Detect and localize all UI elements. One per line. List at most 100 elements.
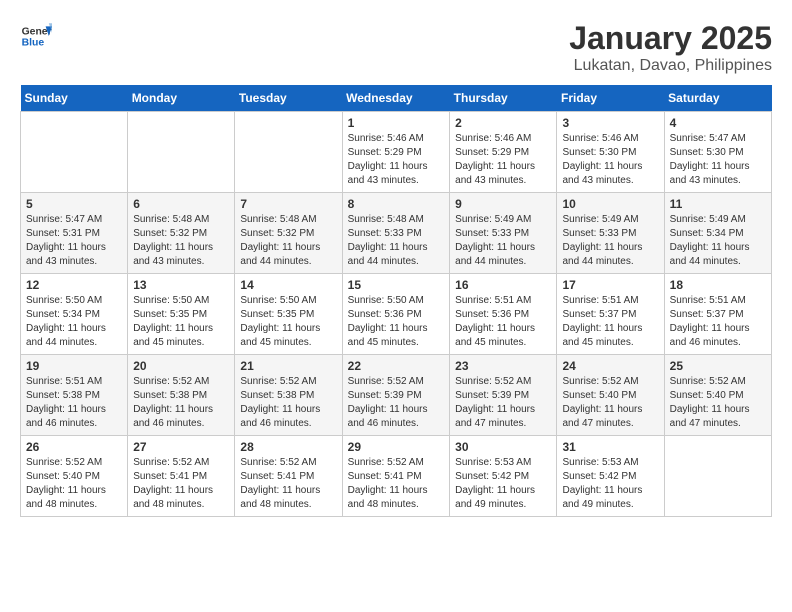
calendar-week-row: 26 Sunrise: 5:52 AM Sunset: 5:40 PM Dayli… (21, 436, 772, 517)
day-info: Sunrise: 5:51 AM Sunset: 5:37 PM Dayligh… (562, 294, 658, 350)
calendar-cell: 27Sunrise: 5:52 AM Sunset: 5:41 PM Dayli… (128, 436, 235, 517)
weekday-header-saturday: Saturday (664, 85, 771, 112)
day-number: 6 (133, 197, 229, 211)
calendar-cell: 30 Sunrise: 5:53 AM Sunset: 5:42 PM Dayli… (450, 436, 557, 517)
day-info: Sunrise: 5:47 AM Sunset: 5:30 PM Dayligh… (670, 132, 766, 188)
calendar-cell: 17 Sunrise: 5:51 AM Sunset: 5:37 PM Dayli… (557, 274, 664, 355)
weekday-header-wednesday: Wednesday (342, 85, 450, 112)
day-number: 31 (562, 440, 658, 454)
logo: General Blue (20, 20, 52, 52)
day-info: Sunrise: 5:47 AM Sunset: 5:31 PM Dayligh… (26, 213, 122, 269)
calendar-cell: 31Sunrise: 5:53 AM Sunset: 5:42 PM Dayli… (557, 436, 664, 517)
calendar-cell: 15 Sunrise: 5:50 AM Sunset: 5:36 PM Dayli… (342, 274, 450, 355)
day-info: Sunrise: 5:52 AM Sunset: 5:41 PM Dayligh… (133, 456, 229, 512)
day-info: Sunrise: 5:49 AM Sunset: 5:33 PM Dayligh… (455, 213, 551, 269)
day-number: 25 (670, 359, 766, 373)
calendar-cell: 4 Sunrise: 5:47 AM Sunset: 5:30 PM Daylig… (664, 112, 771, 193)
calendar-cell: 21 Sunrise: 5:52 AM Sunset: 5:38 PM Dayli… (235, 355, 342, 436)
day-number: 2 (455, 116, 551, 130)
day-info: Sunrise: 5:48 AM Sunset: 5:32 PM Dayligh… (133, 213, 229, 269)
day-info: Sunrise: 5:46 AM Sunset: 5:29 PM Dayligh… (348, 132, 445, 188)
calendar-cell: 23Sunrise: 5:52 AM Sunset: 5:39 PM Dayli… (450, 355, 557, 436)
calendar-cell: 8 Sunrise: 5:48 AM Sunset: 5:33 PM Daylig… (342, 193, 450, 274)
page-header: General Blue January 2025 Lukatan, Davao… (20, 20, 772, 75)
day-number: 22 (348, 359, 445, 373)
day-number: 23 (455, 359, 551, 373)
day-number: 30 (455, 440, 551, 454)
day-number: 8 (348, 197, 445, 211)
day-info: Sunrise: 5:49 AM Sunset: 5:33 PM Dayligh… (562, 213, 658, 269)
day-info: Sunrise: 5:52 AM Sunset: 5:40 PM Dayligh… (26, 456, 122, 512)
day-info: Sunrise: 5:48 AM Sunset: 5:33 PM Dayligh… (348, 213, 445, 269)
day-number: 10 (562, 197, 658, 211)
calendar-table: SundayMondayTuesdayWednesdayThursdayFrid… (20, 85, 772, 517)
calendar-cell: 22 Sunrise: 5:52 AM Sunset: 5:39 PM Dayli… (342, 355, 450, 436)
calendar-cell: 24 Sunrise: 5:52 AM Sunset: 5:40 PM Dayli… (557, 355, 664, 436)
day-info: Sunrise: 5:51 AM Sunset: 5:37 PM Dayligh… (670, 294, 766, 350)
calendar-week-row: 1 Sunrise: 5:46 AM Sunset: 5:29 PM Daylig… (21, 112, 772, 193)
day-info: Sunrise: 5:53 AM Sunset: 5:42 PM Dayligh… (455, 456, 551, 512)
general-blue-logo-icon: General Blue (20, 20, 52, 52)
calendar-cell: 3 Sunrise: 5:46 AM Sunset: 5:30 PM Daylig… (557, 112, 664, 193)
day-info: Sunrise: 5:52 AM Sunset: 5:38 PM Dayligh… (240, 375, 336, 431)
day-number: 3 (562, 116, 658, 130)
weekday-header-row: SundayMondayTuesdayWednesdayThursdayFrid… (21, 85, 772, 112)
day-number: 24 (562, 359, 658, 373)
day-number: 26 (26, 440, 122, 454)
day-info: Sunrise: 5:50 AM Sunset: 5:36 PM Dayligh… (348, 294, 445, 350)
day-info: Sunrise: 5:52 AM Sunset: 5:38 PM Dayligh… (133, 375, 229, 431)
calendar-cell: 7 Sunrise: 5:48 AM Sunset: 5:32 PM Daylig… (235, 193, 342, 274)
day-number: 14 (240, 278, 336, 292)
day-number: 12 (26, 278, 122, 292)
calendar-week-row: 12Sunrise: 5:50 AM Sunset: 5:34 PM Dayli… (21, 274, 772, 355)
calendar-cell: 10 Sunrise: 5:49 AM Sunset: 5:33 PM Dayli… (557, 193, 664, 274)
day-info: Sunrise: 5:51 AM Sunset: 5:38 PM Dayligh… (26, 375, 122, 431)
day-number: 17 (562, 278, 658, 292)
day-number: 19 (26, 359, 122, 373)
day-number: 7 (240, 197, 336, 211)
svg-text:Blue: Blue (22, 38, 45, 49)
day-info: Sunrise: 5:52 AM Sunset: 5:40 PM Dayligh… (562, 375, 658, 431)
day-number: 29 (348, 440, 445, 454)
day-info: Sunrise: 5:46 AM Sunset: 5:30 PM Dayligh… (562, 132, 658, 188)
calendar-cell (128, 112, 235, 193)
calendar-cell: 13Sunrise: 5:50 AM Sunset: 5:35 PM Dayli… (128, 274, 235, 355)
day-number: 9 (455, 197, 551, 211)
calendar-cell: 14 Sunrise: 5:50 AM Sunset: 5:35 PM Dayli… (235, 274, 342, 355)
day-number: 16 (455, 278, 551, 292)
day-info: Sunrise: 5:52 AM Sunset: 5:41 PM Dayligh… (240, 456, 336, 512)
day-info: Sunrise: 5:50 AM Sunset: 5:35 PM Dayligh… (240, 294, 336, 350)
day-info: Sunrise: 5:52 AM Sunset: 5:40 PM Dayligh… (670, 375, 766, 431)
calendar-cell: 26 Sunrise: 5:52 AM Sunset: 5:40 PM Dayli… (21, 436, 128, 517)
calendar-cell: 28 Sunrise: 5:52 AM Sunset: 5:41 PM Dayli… (235, 436, 342, 517)
day-number: 15 (348, 278, 445, 292)
calendar-cell: 29Sunrise: 5:52 AM Sunset: 5:41 PM Dayli… (342, 436, 450, 517)
calendar-cell: 2 Sunrise: 5:46 AM Sunset: 5:29 PM Daylig… (450, 112, 557, 193)
calendar-week-row: 19 Sunrise: 5:51 AM Sunset: 5:38 PM Dayli… (21, 355, 772, 436)
calendar-week-row: 5 Sunrise: 5:47 AM Sunset: 5:31 PM Daylig… (21, 193, 772, 274)
day-info: Sunrise: 5:52 AM Sunset: 5:39 PM Dayligh… (348, 375, 445, 431)
day-number: 5 (26, 197, 122, 211)
calendar-cell: 5 Sunrise: 5:47 AM Sunset: 5:31 PM Daylig… (21, 193, 128, 274)
calendar-cell: 11Sunrise: 5:49 AM Sunset: 5:34 PM Dayli… (664, 193, 771, 274)
day-info: Sunrise: 5:51 AM Sunset: 5:36 PM Dayligh… (455, 294, 551, 350)
day-number: 21 (240, 359, 336, 373)
calendar-cell: 25 Sunrise: 5:52 AM Sunset: 5:40 PM Dayli… (664, 355, 771, 436)
day-number: 4 (670, 116, 766, 130)
day-number: 28 (240, 440, 336, 454)
weekday-header-tuesday: Tuesday (235, 85, 342, 112)
calendar-cell: 20Sunrise: 5:52 AM Sunset: 5:38 PM Dayli… (128, 355, 235, 436)
day-info: Sunrise: 5:46 AM Sunset: 5:29 PM Dayligh… (455, 132, 551, 188)
calendar-cell: 1 Sunrise: 5:46 AM Sunset: 5:29 PM Daylig… (342, 112, 450, 193)
calendar-cell: 16 Sunrise: 5:51 AM Sunset: 5:36 PM Dayli… (450, 274, 557, 355)
weekday-header-monday: Monday (128, 85, 235, 112)
day-number: 1 (348, 116, 445, 130)
title-block: January 2025 Lukatan, Davao, Philippines (569, 20, 772, 75)
calendar-cell (235, 112, 342, 193)
day-number: 13 (133, 278, 229, 292)
calendar-cell (664, 436, 771, 517)
day-number: 18 (670, 278, 766, 292)
weekday-header-friday: Friday (557, 85, 664, 112)
day-info: Sunrise: 5:49 AM Sunset: 5:34 PM Dayligh… (670, 213, 766, 269)
day-info: Sunrise: 5:48 AM Sunset: 5:32 PM Dayligh… (240, 213, 336, 269)
